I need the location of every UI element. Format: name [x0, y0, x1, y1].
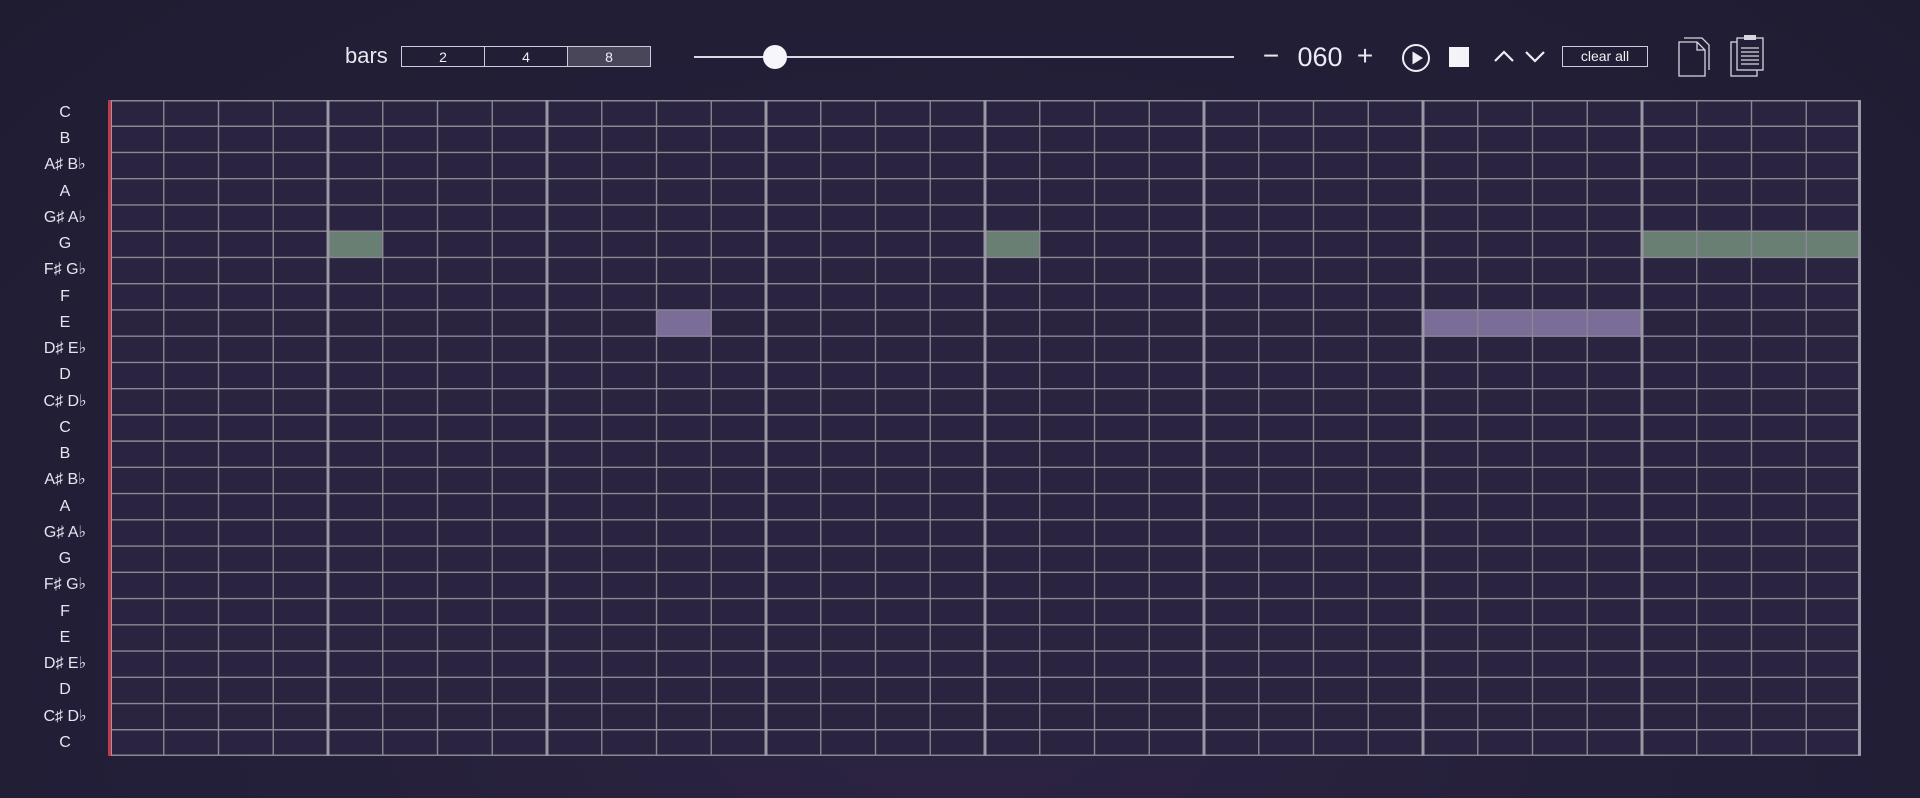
note-label: G: [58, 235, 72, 253]
note-label: C♯ D♭: [43, 707, 87, 725]
note-label: F♯ G♭: [43, 576, 87, 594]
slider-thumb[interactable]: [763, 45, 787, 69]
note-block[interactable]: [656, 309, 712, 337]
toolbar: bars 2 4 8 − 060 + clear all: [0, 0, 1920, 100]
note-label: C: [59, 733, 71, 751]
note-label: A: [59, 182, 71, 200]
copy-icon: [1678, 37, 1710, 77]
note-label: A♯ B♭: [44, 156, 86, 174]
note-label: C: [59, 418, 71, 436]
note-label: D♯ E♭: [43, 340, 87, 358]
note-label: G♯ A♭: [43, 523, 87, 541]
play-button[interactable]: [1401, 43, 1431, 73]
note-label: A: [59, 497, 71, 515]
stop-button[interactable]: [1449, 47, 1469, 67]
bars-option-8[interactable]: 8: [567, 47, 650, 66]
chevron-up-icon: [1494, 50, 1514, 62]
tempo-increase-button[interactable]: +: [1352, 40, 1378, 72]
note-label: B: [59, 445, 71, 463]
note-label: E: [59, 313, 71, 331]
play-icon: [1402, 44, 1430, 72]
note-label: D: [59, 681, 71, 699]
tempo-slider[interactable]: [694, 45, 1234, 69]
playhead: [108, 100, 111, 756]
note-label: C♯ D♭: [43, 392, 87, 410]
octave-down-button[interactable]: [1523, 47, 1547, 65]
note-label: C: [59, 104, 71, 121]
octave-up-button[interactable]: [1492, 47, 1516, 65]
piano-roll-app: bars 2 4 8 − 060 + clear all C B A♯ B♭ A…: [0, 0, 1920, 798]
paste-icon: [1730, 35, 1764, 77]
bars-selector: 2 4 8: [401, 46, 651, 67]
note-labels: C B A♯ B♭ A G♯ A♭ G F♯ G♭ F E D♯ E♭ D C♯ D♭ C B A♯ B♭ A…: [30, 100, 100, 756]
note-label: G♯ A♭: [43, 208, 87, 226]
chevron-down-icon: [1525, 51, 1545, 63]
tempo-value: 060: [1297, 42, 1343, 72]
paste-button[interactable]: [1729, 34, 1765, 78]
bars-option-2[interactable]: 2: [402, 47, 484, 66]
copy-button[interactable]: [1677, 36, 1711, 78]
note-block[interactable]: [985, 231, 1040, 258]
note-label: F: [60, 602, 70, 620]
note-label: F♯ G♭: [43, 261, 87, 279]
note-label: E: [59, 628, 71, 646]
note-grid[interactable]: [109, 100, 1861, 756]
note-label: B: [59, 130, 71, 148]
bars-option-4[interactable]: 4: [484, 47, 567, 66]
clear-all-button[interactable]: clear all: [1562, 46, 1648, 67]
note-label: G: [58, 550, 72, 568]
note-label: F: [60, 287, 70, 305]
note-label: D: [59, 366, 71, 384]
note-label: A♯ B♭: [44, 471, 86, 489]
note-label: D♯ E♭: [43, 655, 87, 673]
tempo-decrease-button[interactable]: −: [1258, 40, 1284, 72]
bars-label: bars: [345, 43, 388, 68]
note-block[interactable]: [328, 231, 383, 258]
